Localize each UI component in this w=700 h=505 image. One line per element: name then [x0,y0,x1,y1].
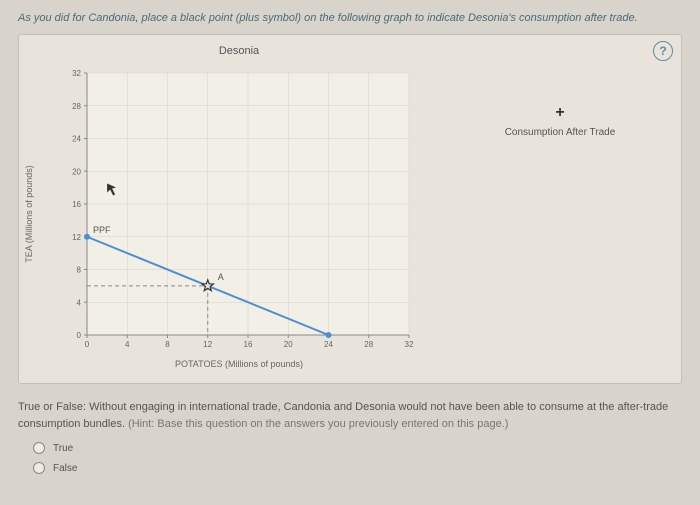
legend-label: Consumption After Trade [505,127,616,138]
svg-text:8: 8 [165,340,170,349]
svg-text:28: 28 [72,102,81,111]
svg-text:16: 16 [244,340,253,349]
chart-svg[interactable]: 0 4 8 12 16 20 24 28 32 0 4 8 12 16 20 24 28 32 PPF A [59,63,419,363]
svg-text:32: 32 [72,69,81,78]
svg-text:0: 0 [85,340,90,349]
radio-icon[interactable] [33,462,45,474]
svg-text:16: 16 [72,200,81,209]
svg-text:0: 0 [77,331,82,340]
svg-text:PPF: PPF [93,225,111,235]
svg-text:8: 8 [77,266,82,275]
question-text: True or False: Without engaging in inter… [18,399,682,432]
option-label: True [53,443,73,454]
svg-text:24: 24 [72,135,81,144]
y-axis-label: TEA (Millions of pounds) [24,165,34,263]
legend-item-consumption[interactable]: + Consumption After Trade [505,105,616,138]
help-button[interactable]: ? [653,41,673,61]
chart-title: Desonia [219,45,259,57]
svg-text:24: 24 [324,340,333,349]
svg-text:20: 20 [284,340,293,349]
svg-text:4: 4 [125,340,130,349]
option-label: False [53,463,77,474]
svg-text:A: A [218,272,224,282]
chart-panel: ? Desonia TEA (Millions of pounds) POTAT… [18,34,682,384]
option-true[interactable]: True [33,442,682,454]
question-hint: (Hint: Base this question on the answers… [128,418,508,430]
instruction-text: As you did for Candonia, place a black p… [18,12,682,24]
option-false[interactable]: False [33,462,682,474]
svg-text:12: 12 [72,233,81,242]
svg-text:4: 4 [77,298,82,307]
svg-text:12: 12 [203,340,212,349]
radio-icon[interactable] [33,442,45,454]
legend-area: + Consumption After Trade [449,45,671,373]
svg-text:28: 28 [364,340,373,349]
svg-text:20: 20 [72,167,81,176]
svg-text:32: 32 [405,340,414,349]
plot-area[interactable]: Desonia TEA (Millions of pounds) POTATOE… [29,45,449,373]
plus-icon: + [555,105,564,121]
options-group: True False [18,442,682,474]
